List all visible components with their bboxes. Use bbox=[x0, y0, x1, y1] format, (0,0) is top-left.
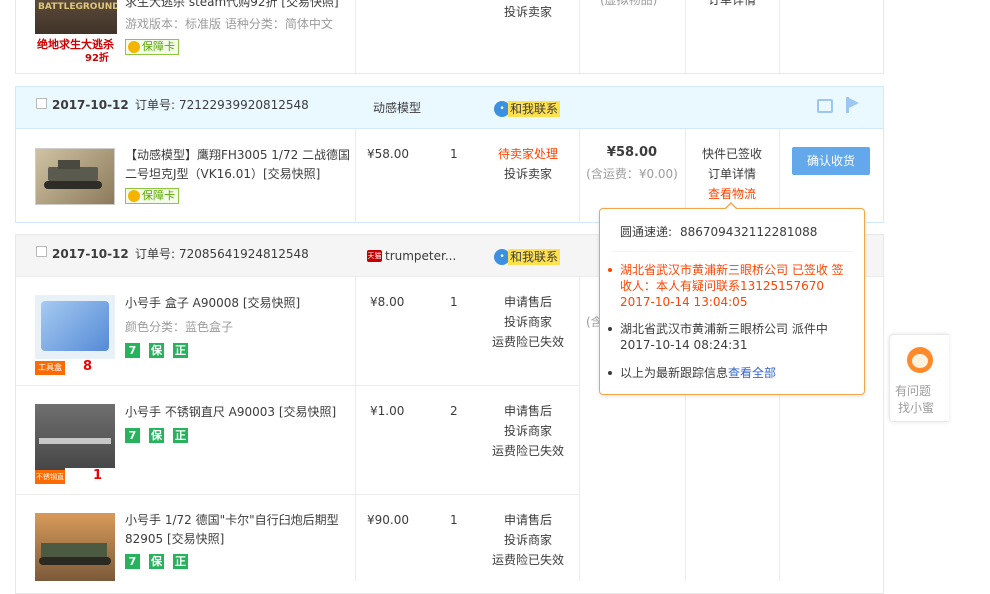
contact-seller-button[interactable]: • 和我联系 bbox=[494, 101, 564, 117]
product-thumbnail-tank[interactable] bbox=[35, 148, 115, 205]
tracking-step-latest: 湖北省武汉市黄浦新三眼桥公司 已签收 签收人：本人有疑问联系1312515767… bbox=[608, 262, 850, 310]
item-title[interactable]: 求生大逃杀 steam代购92折 [交易快照] bbox=[125, 0, 339, 12]
authentic-icon[interactable]: 正 bbox=[173, 428, 188, 443]
seven-day-return-icon[interactable]: 7 bbox=[125, 554, 140, 569]
unit-price: ¥1.00 bbox=[370, 404, 405, 418]
order-select-checkbox[interactable] bbox=[36, 246, 47, 257]
shipping-fee: (含运费：¥0.00) bbox=[586, 167, 678, 181]
baozhang-badge[interactable]: 保障卡 bbox=[125, 188, 179, 204]
view-logistics-link[interactable]: 查看物流 bbox=[686, 184, 778, 204]
order-detail-link[interactable]: 订单详情 bbox=[708, 0, 756, 10]
item-title[interactable]: 小号手 1/72 德国"卡尔"自行臼炮后期型 82905 [交易快照] bbox=[125, 511, 353, 549]
product-thumbnail-ruler[interactable]: 不锈钢直尺 1 bbox=[35, 404, 115, 484]
guarantee-icon[interactable]: 保 bbox=[149, 343, 164, 358]
thumb-text: BATTLEGROUNDS bbox=[38, 2, 117, 12]
item-title[interactable]: 小号手 不锈钢直尺 A90003 [交易快照] bbox=[125, 402, 336, 422]
after-sale-link[interactable]: 申请售后 bbox=[485, 401, 571, 421]
confirm-receipt-button[interactable]: 确认收货 bbox=[792, 147, 870, 175]
baozhang-badge[interactable]: 保障卡 bbox=[125, 39, 179, 55]
shipping-insurance-status: 运费险已失效 bbox=[491, 335, 564, 349]
after-sale-link[interactable]: 申请售后 bbox=[485, 510, 571, 530]
unit-price: ¥90.00 bbox=[367, 513, 409, 527]
order-detail-link[interactable]: 订单详情 bbox=[686, 164, 778, 184]
view-all-link[interactable]: 查看全部 bbox=[728, 366, 776, 380]
complain-merchant-link[interactable]: 投诉商家 bbox=[485, 421, 571, 441]
order-number-label: 订单号: bbox=[135, 247, 176, 261]
shop-name[interactable]: trumpeter... bbox=[385, 246, 456, 266]
quantity: 1 bbox=[450, 147, 458, 161]
thumb-text: 92折 bbox=[85, 53, 109, 62]
guarantee-icon[interactable]: 保 bbox=[149, 554, 164, 569]
shipping-insurance-status: 运费险已失效 bbox=[491, 553, 564, 567]
share-icon[interactable] bbox=[817, 99, 833, 113]
order-date: 2017-10-12 bbox=[52, 98, 129, 112]
authentic-icon[interactable]: 正 bbox=[173, 343, 188, 358]
tracking-number: 886709432112281088 bbox=[680, 225, 818, 239]
quantity: 1 bbox=[450, 513, 458, 527]
tracking-footer: 以上为最新跟踪信息查看全部 bbox=[608, 365, 850, 381]
flag-cloth bbox=[849, 98, 859, 108]
unit-price: ¥8.00 bbox=[370, 295, 405, 309]
product-thumbnail-box[interactable]: 工具盒 8 bbox=[35, 295, 115, 375]
flower-icon bbox=[128, 190, 140, 202]
item-spec: 颜色分类：蓝色盒子 bbox=[125, 320, 234, 334]
item-title[interactable]: 【动感模型】鹰翔FH3005 1/72 二战德国二号坦克J型（VK16.01）[… bbox=[125, 146, 353, 184]
carrier-name: 圆通速递: bbox=[620, 225, 673, 239]
complain-merchant-link[interactable]: 投诉商家 bbox=[485, 312, 571, 332]
seven-day-return-icon[interactable]: 7 bbox=[125, 428, 140, 443]
order-date: 2017-10-12 bbox=[52, 247, 129, 261]
order-number-label: 订单号: bbox=[135, 98, 176, 112]
assistant-avatar-icon bbox=[907, 347, 933, 373]
order-total: ¥58.00 bbox=[606, 145, 658, 160]
quantity: 2 bbox=[450, 404, 458, 418]
guarantee-icon[interactable]: 保 bbox=[149, 428, 164, 443]
complain-seller-link[interactable]: 投诉卖家 bbox=[485, 2, 571, 22]
order-number: 72085641924812548 bbox=[179, 247, 309, 261]
seven-day-return-icon[interactable]: 7 bbox=[125, 343, 140, 358]
quantity: 1 bbox=[450, 295, 458, 309]
unit-price: ¥58.00 bbox=[367, 147, 409, 161]
virtual-goods-label: (虚拟物品) bbox=[600, 0, 658, 7]
order-status[interactable]: 待卖家处理 bbox=[485, 144, 571, 164]
help-widget[interactable]: 有问题 找小蜜 bbox=[889, 334, 949, 422]
tracking-step: 湖北省武汉市黄浦新三眼桥公司 派件中 2017-10-14 08:24:31 bbox=[608, 321, 850, 353]
tmall-icon: 天猫 bbox=[367, 250, 382, 262]
shop-name[interactable]: 动感模型 bbox=[373, 98, 421, 118]
authentic-icon[interactable]: 正 bbox=[173, 554, 188, 569]
product-thumbnail-karl-mortar[interactable] bbox=[35, 513, 115, 581]
complain-merchant-link[interactable]: 投诉商家 bbox=[485, 530, 571, 550]
complain-seller-link[interactable]: 投诉卖家 bbox=[485, 164, 571, 184]
help-text: 找小蜜 bbox=[898, 401, 935, 415]
order-number: 72122939920812548 bbox=[179, 98, 309, 112]
flower-icon bbox=[128, 41, 140, 53]
item-title[interactable]: 小号手 盒子 A90008 [交易快照] bbox=[125, 293, 300, 313]
contact-seller-button[interactable]: • 和我联系 bbox=[494, 249, 564, 265]
item-spec: 游戏版本：标准版 语种分类：简体中文 bbox=[125, 17, 333, 31]
product-thumbnail-pubg[interactable]: BATTLEGROUNDS 绝地求生大逃杀 92折 bbox=[35, 0, 117, 62]
shipping-insurance-status: 运费险已失效 bbox=[491, 444, 564, 458]
logistics-status: 快件已签收 bbox=[701, 147, 762, 161]
after-sale-link[interactable]: 申请售后 bbox=[485, 292, 571, 312]
order-select-checkbox[interactable] bbox=[36, 98, 47, 109]
logistics-popup: 圆通速递: 886709432112281088 湖北省武汉市黄浦新三眼桥公司 … bbox=[599, 202, 865, 395]
